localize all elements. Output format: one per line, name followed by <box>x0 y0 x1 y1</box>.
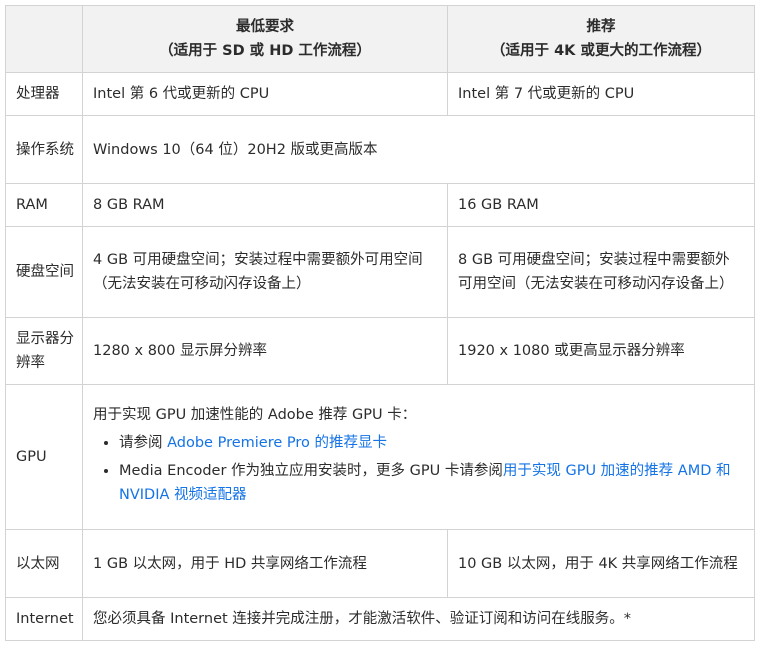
cell-minimum: 1280 x 800 显示屏分辨率 <box>82 317 448 385</box>
header-row: 最低要求 （适用于 SD 或 HD 工作流程） 推荐 （适用于 4K 或更大的工… <box>5 5 755 73</box>
row-label: GPU <box>5 384 83 530</box>
header-minimum: 最低要求 （适用于 SD 或 HD 工作流程） <box>82 5 448 73</box>
recommended-gpu-link[interactable]: Adobe Premiere Pro 的推荐显卡 <box>167 435 387 451</box>
cell-recommended: 8 GB 可用硬盘空间；安装过程中需要额外可用空间（无法安装在可移动闪存设备上） <box>447 226 755 318</box>
gpu-intro-text: 用于实现 GPU 加速性能的 Adobe 推荐 GPU 卡： <box>93 407 417 423</box>
header-recommended-subtitle: （适用于 4K 或更大的工作流程） <box>491 43 711 59</box>
cell-recommended: 1920 x 1080 或更高显示器分辨率 <box>447 317 755 385</box>
cell-minimum: 4 GB 可用硬盘空间；安装过程中需要额外可用空间（无法安装在可移动闪存设备上） <box>82 226 448 318</box>
cell-value: Windows 10（64 位）20H2 版或更高版本 <box>82 115 755 184</box>
row-label: 操作系统 <box>5 115 83 184</box>
row-label: RAM <box>5 183 83 227</box>
system-requirements-table: 最低要求 （适用于 SD 或 HD 工作流程） 推荐 （适用于 4K 或更大的工… <box>5 5 755 641</box>
table-row-display: 显示器分辨率 1280 x 800 显示屏分辨率 1920 x 1080 或更高… <box>5 317 755 385</box>
header-minimum-subtitle: （适用于 SD 或 HD 工作流程） <box>159 43 371 59</box>
cell-minimum: 8 GB RAM <box>82 183 448 227</box>
list-item: 请参阅 Adobe Premiere Pro 的推荐显卡 <box>119 431 744 455</box>
table-row-os: 操作系统 Windows 10（64 位）20H2 版或更高版本 <box>5 115 755 184</box>
header-recommended-title: 推荐 <box>586 19 616 35</box>
table-row-cpu: 处理器 Intel 第 6 代或更新的 CPU Intel 第 7 代或更新的 … <box>5 72 755 116</box>
table-row-gpu: GPU 用于实现 GPU 加速性能的 Adobe 推荐 GPU 卡： 请参阅 A… <box>5 384 755 530</box>
cell-value: 用于实现 GPU 加速性能的 Adobe 推荐 GPU 卡： 请参阅 Adobe… <box>82 384 755 530</box>
table-row-ram: RAM 8 GB RAM 16 GB RAM <box>5 183 755 227</box>
row-label: 处理器 <box>5 72 83 116</box>
table-row-disk: 硬盘空间 4 GB 可用硬盘空间；安装过程中需要额外可用空间（无法安装在可移动闪… <box>5 226 755 318</box>
cell-recommended: Intel 第 7 代或更新的 CPU <box>447 72 755 116</box>
cell-minimum: 1 GB 以太网，用于 HD 共享网络工作流程 <box>82 529 448 598</box>
header-empty-cell <box>5 5 83 73</box>
row-label: 以太网 <box>5 529 83 598</box>
row-label: 硬盘空间 <box>5 226 83 318</box>
gpu-list: 请参阅 Adobe Premiere Pro 的推荐显卡 Media Encod… <box>93 431 744 507</box>
table-row-ethernet: 以太网 1 GB 以太网，用于 HD 共享网络工作流程 10 GB 以太网，用于… <box>5 529 755 598</box>
cell-value: 您必须具备 Internet 连接并完成注册，才能激活软件、验证订阅和访问在线服… <box>82 597 755 641</box>
row-label: Internet <box>5 597 83 641</box>
cell-recommended: 10 GB 以太网，用于 4K 共享网络工作流程 <box>447 529 755 598</box>
table-row-internet: Internet 您必须具备 Internet 连接并完成注册，才能激活软件、验… <box>5 597 755 641</box>
header-recommended: 推荐 （适用于 4K 或更大的工作流程） <box>447 5 755 73</box>
list-item: Media Encoder 作为独立应用安装时，更多 GPU 卡请参阅用于实现 … <box>119 459 744 507</box>
list-item-text: Media Encoder 作为独立应用安装时，更多 GPU 卡请参阅 <box>119 463 503 479</box>
list-item-text: 请参阅 <box>119 435 168 451</box>
cell-minimum: Intel 第 6 代或更新的 CPU <box>82 72 448 116</box>
cell-recommended: 16 GB RAM <box>447 183 755 227</box>
header-minimum-title: 最低要求 <box>236 19 294 35</box>
row-label: 显示器分辨率 <box>5 317 83 385</box>
